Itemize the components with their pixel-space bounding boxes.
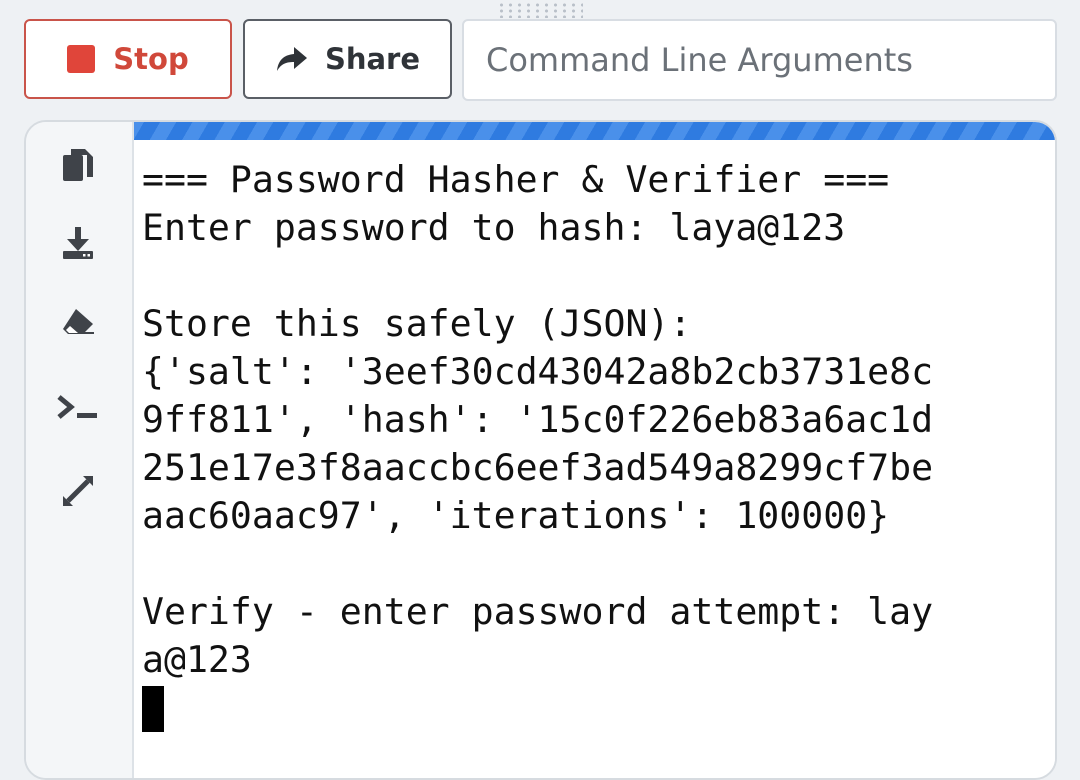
eraser-icon[interactable] bbox=[56, 299, 100, 343]
input-cursor-line[interactable] bbox=[142, 684, 1012, 732]
share-arrow-icon bbox=[275, 45, 309, 73]
console-panel: === Password Hasher & Verifier === Enter … bbox=[24, 120, 1057, 780]
console-line: 251e17e3f8aaccbc6eef3ad549a8299cf7be bbox=[142, 446, 934, 489]
console-line: Store this safely (JSON): bbox=[142, 302, 692, 345]
terminal-output-area[interactable]: === Password Hasher & Verifier === Enter … bbox=[132, 122, 1055, 778]
console-line: aac60aac97', 'iterations': 100000} bbox=[142, 494, 890, 537]
text-cursor bbox=[142, 686, 164, 732]
console-line: Enter password to hash: laya@123 bbox=[142, 206, 846, 249]
tool-rail bbox=[26, 122, 132, 778]
expand-icon[interactable] bbox=[56, 469, 100, 513]
stop-label: Stop bbox=[113, 42, 189, 76]
stop-button[interactable]: Stop bbox=[24, 19, 232, 99]
stop-icon bbox=[67, 45, 96, 73]
console-line: 9ff811', 'hash': '15c0f226eb83a6ac1d bbox=[142, 398, 934, 441]
console-line: {'salt': '3eef30cd43042a8b2cb3731e8c bbox=[142, 350, 934, 393]
console-line: a@123 bbox=[142, 638, 252, 681]
download-icon[interactable] bbox=[56, 221, 100, 265]
share-button[interactable]: Share bbox=[243, 19, 452, 99]
running-progress-bar bbox=[134, 122, 1055, 140]
drag-handle[interactable] bbox=[497, 2, 583, 18]
copy-icon[interactable] bbox=[56, 144, 100, 188]
command-line-arguments-input[interactable] bbox=[462, 19, 1057, 101]
share-label: Share bbox=[324, 42, 421, 76]
terminal-icon[interactable] bbox=[56, 386, 100, 430]
console-line: Verify - enter password attempt: lay bbox=[142, 590, 934, 633]
console-line: === Password Hasher & Verifier === bbox=[142, 158, 890, 201]
terminal-text: === Password Hasher & Verifier === Enter … bbox=[142, 156, 1012, 732]
